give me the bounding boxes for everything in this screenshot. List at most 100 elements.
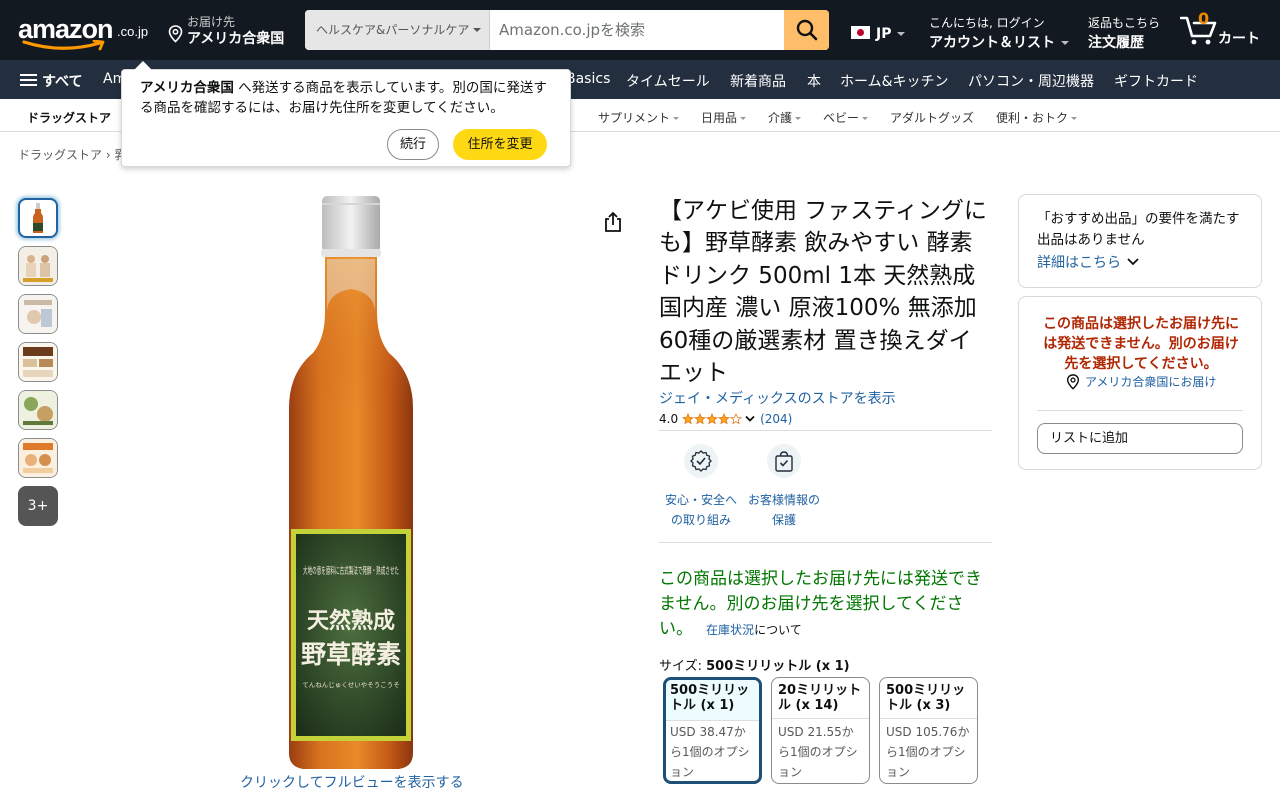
- language-selector[interactable]: JP: [851, 26, 906, 42]
- logo-tld: .co.jp: [117, 24, 149, 39]
- sub-nav-drugstore[interactable]: ドラッグストア: [27, 109, 111, 126]
- deliver-to-country: アメリカ合衆国: [187, 31, 285, 47]
- japan-flag-icon: [851, 26, 870, 39]
- share-icon: [605, 211, 621, 232]
- deliver-to-address-link[interactable]: アメリカ合衆国にお届け: [1066, 373, 1216, 390]
- top-nav-bar: amazon .co.jp お届け先 アメリカ合衆国 ヘルスケア&パーソナルケア…: [0, 0, 1280, 60]
- size-option-3[interactable]: 500ミリリットル (x 3) USD 105.76から1個のオプション: [879, 677, 978, 784]
- hamburger-icon: [20, 74, 37, 87]
- featured-offer-text: 「おすすめ出品」の要件を満たす出品はありません: [1037, 211, 1240, 248]
- main-nav-item-basics[interactable]: Basics: [566, 71, 610, 87]
- main-nav-item-books[interactable]: 本: [807, 71, 821, 91]
- product-photo-thumbnail: [19, 295, 57, 333]
- all-menu-label: すべて: [42, 74, 83, 90]
- main-nav-item-pc[interactable]: パソコン・周辺機器: [968, 71, 1094, 91]
- search-category-select[interactable]: ヘルスケア&パーソナルケア: [305, 10, 490, 50]
- trust-safety[interactable]: 安心・安全への取り組み: [661, 444, 741, 530]
- main-nav-item-new-arrivals[interactable]: 新着商品: [730, 71, 786, 91]
- breadcrumb[interactable]: ドラッグストア › 乳: [18, 146, 126, 163]
- thumbnail-4[interactable]: [18, 342, 58, 382]
- sub-nav-care-label: 介護: [768, 111, 793, 125]
- sub-nav-supplements[interactable]: サプリメント: [598, 109, 680, 126]
- search-bar: ヘルスケア&パーソナルケア: [305, 10, 829, 50]
- search-button[interactable]: [784, 10, 829, 50]
- size-option-1[interactable]: 500ミリリットル (x 1) USD 38.47から1個のオプション: [663, 677, 762, 784]
- product-title: 【アケビ使用 ファスティングにも】野草酵素 飲みやすい 酵素ドリンク 500ml…: [659, 198, 987, 387]
- account-greeting: こんにちは, ログイン: [929, 16, 1045, 30]
- amazon-logo[interactable]: amazon .co.jp: [18, 12, 158, 52]
- chevron-down-icon: [862, 117, 869, 120]
- chevron-down-icon[interactable]: [744, 414, 756, 424]
- size-option-2[interactable]: 20ミリリットル (x 14) USD 21.55から1個のオプション: [771, 677, 870, 784]
- details-link[interactable]: 詳細はこちら: [1037, 252, 1140, 272]
- product-photo-thumbnail: [19, 391, 57, 429]
- stock-status-link[interactable]: 在庫状況: [706, 623, 754, 637]
- cart-count: 0: [1198, 9, 1210, 28]
- size-label-prefix: サイズ:: [659, 659, 707, 674]
- size-option-name: 20ミリリットル (x 14): [772, 678, 869, 719]
- size-label: サイズ: 500ミリリットル (x 1): [659, 655, 850, 674]
- main-nav-item-home-kitchen[interactable]: ホーム&キッチン: [840, 71, 949, 91]
- star-icon: [706, 413, 719, 425]
- sub-nav-deals[interactable]: 便利・おトク: [996, 109, 1078, 126]
- product-photo-thumbnail: [19, 343, 57, 381]
- rating-stars[interactable]: [682, 413, 743, 425]
- rating-value: 4.0: [659, 412, 679, 426]
- add-to-list-button[interactable]: リストに追加: [1037, 423, 1243, 454]
- secure-bag-icon: [767, 444, 801, 478]
- account-label: アカウント＆リスト: [929, 35, 1055, 51]
- sub-nav-adult[interactable]: アダルトグッズ: [890, 109, 974, 126]
- divider: [659, 430, 992, 431]
- cart-button[interactable]: 0 カート: [1180, 9, 1276, 48]
- sub-nav-baby[interactable]: ベビー: [823, 109, 869, 126]
- main-nav-item-gift-card[interactable]: ギフトカード: [1114, 71, 1198, 91]
- continue-button[interactable]: 続行: [387, 129, 439, 160]
- featured-offer-box: 「おすすめ出品」の要件を満たす出品はありません 詳細はこちら: [1018, 194, 1262, 288]
- label-top-text: 大地の恵を原料に古式製法で発酵・熟成させた: [303, 565, 399, 577]
- divider: [1037, 410, 1243, 411]
- more-images-button[interactable]: 3+: [18, 486, 58, 526]
- size-option-price: USD 105.76から1個のオプション: [886, 725, 970, 779]
- chevron-down-icon: [1061, 41, 1069, 45]
- main-product-image[interactable]: 大地の恵を原料に古式製法で発酵・熟成させた 天然熟成 野草酵素 てんねんじゅくせ…: [285, 193, 417, 771]
- returns-and-orders[interactable]: 返品もこちら 注文履歴: [1088, 14, 1160, 52]
- all-menu-button[interactable]: すべて: [20, 71, 82, 91]
- size-option-price: USD 38.47から1個のオプション: [670, 725, 750, 779]
- deliver-to-address-label: アメリカ合衆国にお届け: [1085, 375, 1217, 389]
- account-and-lists[interactable]: こんにちは, ログイン アカウント＆リスト: [929, 14, 1069, 52]
- full-view-link[interactable]: クリックしてフルビューを表示する: [240, 772, 464, 792]
- location-pin-icon: [1066, 373, 1080, 390]
- stock-suffix: について: [754, 623, 802, 637]
- thumbnail-6[interactable]: [18, 438, 58, 478]
- divider: [659, 542, 992, 543]
- size-option-name: 500ミリリットル (x 1): [666, 680, 759, 721]
- search-input[interactable]: [490, 10, 785, 50]
- sub-nav-care[interactable]: 介護: [768, 109, 802, 126]
- trust-privacy-label: お客様情報の保護: [747, 493, 820, 527]
- sub-nav-daily-goods[interactable]: 日用品: [701, 109, 747, 126]
- trust-privacy[interactable]: お客様情報の保護: [744, 444, 824, 530]
- chevron-down-icon: [897, 32, 906, 36]
- thumbnail-5[interactable]: [18, 390, 58, 430]
- size-selected: 500ミリリットル (x 1): [706, 659, 850, 674]
- store-link[interactable]: ジェイ・メディックスのストアを表示: [659, 388, 896, 408]
- search-category-label: ヘルスケア&パーソナルケア: [316, 23, 470, 37]
- thumbnail-2[interactable]: [18, 246, 58, 286]
- change-address-button[interactable]: 住所を変更: [453, 129, 547, 160]
- popover-message: アメリカ合衆国 へ発送する商品を表示しています。別の国に発送する商品を確認するに…: [140, 78, 560, 118]
- returns-label: 返品もこちら: [1088, 16, 1161, 30]
- search-icon: [796, 19, 817, 41]
- main-nav-item-time-sale[interactable]: タイムセール: [626, 71, 710, 91]
- sub-nav-baby-label: ベビー: [823, 111, 860, 125]
- thumbnail-1[interactable]: [18, 198, 58, 238]
- chevron-down-icon: [795, 117, 802, 120]
- details-link-label: 詳細はこちら: [1037, 255, 1121, 271]
- sub-nav-daily-goods-label: 日用品: [701, 111, 738, 125]
- label-sub-text: てんねんじゅくせいやそうこうそ: [302, 681, 400, 689]
- share-button[interactable]: [603, 211, 623, 237]
- rating-summary: 4.0 (204): [659, 412, 792, 426]
- rating-count-link[interactable]: (204): [760, 412, 792, 426]
- thumbnail-3[interactable]: [18, 294, 58, 334]
- star-icon: [718, 413, 731, 425]
- chevron-down-icon: [473, 28, 481, 32]
